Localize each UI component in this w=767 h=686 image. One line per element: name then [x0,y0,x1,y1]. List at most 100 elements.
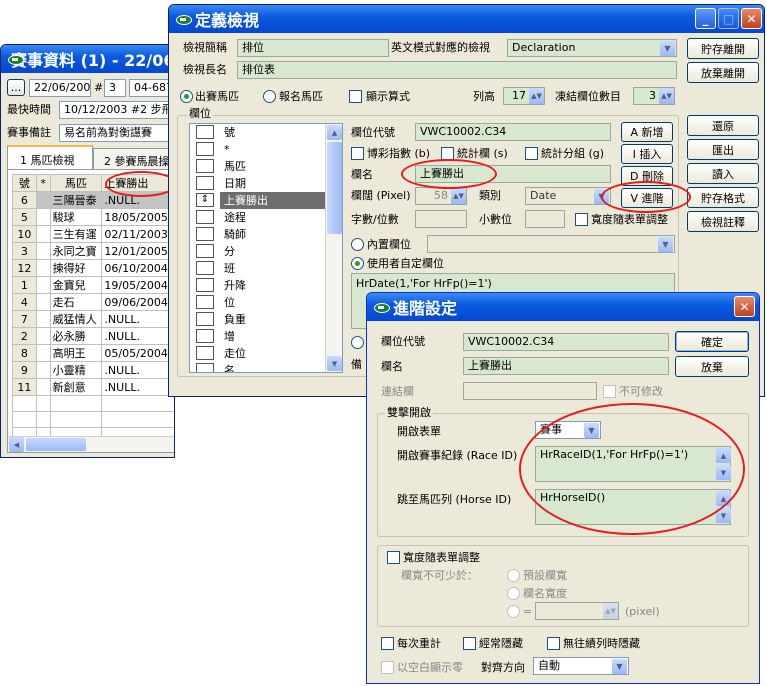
add-field-button[interactable]: A 新增 [621,122,673,142]
field-code-field[interactable]: VWC10002.C34 [415,123,611,141]
view-notes-button[interactable]: 檢視註釋 [687,211,759,232]
import-button[interactable]: 讀入 [687,163,759,184]
width-spinner[interactable]: 58 ▲▼ [415,187,467,205]
table-row[interactable]: 10 三生有運 02/11/2003 [12,225,174,243]
scroll-thumb[interactable] [327,142,342,234]
cancel-button[interactable]: 放棄 [675,356,749,377]
width-adjust-label: 寬度隨表單調整 [591,213,668,226]
list-item[interactable]: 號 [190,124,326,141]
scroll-down-button[interactable]: ▼ [327,356,342,371]
frozen-columns-spinner[interactable]: 3 ▲▼ [633,87,675,105]
scroll-up-button[interactable]: ▲ [327,125,342,140]
adv-width-adjust-checkbox[interactable] [387,551,400,564]
cancel-exit-button[interactable]: 放棄離開 [687,62,759,83]
grid-header-horse[interactable]: 馬匹 [49,174,103,192]
race-number-field[interactable]: 3 [104,79,126,97]
list-item[interactable]: 升降 [190,277,326,294]
list-item[interactable]: 騎師 [190,226,326,243]
english-view-label: 英文模式對應的檢視 [391,41,490,54]
table-row[interactable]: 9 小靈精 .NULL. [12,361,174,379]
list-item[interactable]: 班 [190,260,326,277]
radio-custom-field[interactable] [351,257,364,270]
save-format-button[interactable]: 貯存格式 [687,187,759,208]
browse-button[interactable]: ... [7,79,25,96]
digits-field[interactable] [415,210,467,228]
race-window-titlebar[interactable]: 賽事資料 (1) - 22/06/ [1,45,174,73]
list-item[interactable]: 名 [190,362,326,372]
open-form-label: 開啟表單 [397,425,441,438]
recalc-checkbox[interactable] [381,637,394,650]
tab-morning-work[interactable]: 2 參賽馬晨操 [93,148,174,169]
scroll-thumb[interactable] [26,438,86,451]
ok-button[interactable]: 確定 [675,331,749,352]
align-select[interactable]: 自動 ▼ [533,657,629,675]
hidden-checkbox[interactable] [463,637,476,650]
restore-button[interactable]: 還原 [687,115,759,136]
table-row[interactable]: 4 走石 09/06/2004 [12,293,174,311]
field-list-scrollbar[interactable]: ▲ ▼ [325,124,342,372]
maximize-button[interactable]: □ [718,8,739,29]
close-button[interactable]: ✕ [741,8,762,29]
blank-zero-checkbox[interactable] [381,661,394,674]
radio-other[interactable] [351,336,364,349]
english-view-select[interactable]: Declaration ▼ [507,39,677,57]
long-name-field[interactable]: 排位表 [237,61,677,79]
list-item[interactable]: 途程 [190,209,326,226]
radio-default-width[interactable] [507,569,520,582]
table-row[interactable]: 12 揀得好 06/10/2004 [12,259,174,277]
list-item[interactable]: ⇕ 上賽勝出 [190,192,326,209]
link-field[interactable] [463,382,597,400]
list-item[interactable]: 增 [190,328,326,345]
insert-field-button[interactable]: I 插入 [621,144,673,164]
table-row[interactable]: 2 必永勝 .NULL. [12,327,174,345]
list-item[interactable]: * [190,141,326,158]
builtin-field-select[interactable]: ▼ [427,235,675,253]
table-row[interactable]: 5 駿球 18/05/2005 [12,208,174,226]
tab-horse-view[interactable]: 1 馬匹檢視 [7,145,93,169]
hide-empty-checkbox[interactable] [547,637,560,650]
short-name-field[interactable]: 排位 [237,39,389,57]
decimals-field[interactable] [525,210,565,228]
list-item[interactable]: 走位 [190,345,326,362]
odds-checkbox[interactable] [351,147,364,160]
save-exit-button[interactable]: 貯存離開 [687,38,759,59]
note-field[interactable]: 易名前為對衡譿賽 [59,124,174,142]
table-row[interactable]: 8 高明王 05/05/2004 [12,344,174,362]
field-list[interactable]: 號*馬匹日期⇕上賽勝出途程騎師分班升降位負重增走位名時間 [189,123,343,373]
table-row[interactable]: 11 新創意 .NULL. [12,378,174,396]
list-item[interactable]: 負重 [190,311,326,328]
field-marker: ⇕ [196,193,214,207]
advanced-titlebar[interactable]: 進階設定 ✕ [367,293,759,321]
grid-header-star[interactable]: * [35,174,51,192]
fixed-width-spinner[interactable]: ▲▼ [535,602,619,620]
minimize-button[interactable]: _ [695,8,716,29]
width-adjust-checkbox[interactable] [575,213,588,226]
adv-field-name-field: 上賽勝出 [463,357,669,375]
show-formula-checkbox[interactable] [349,90,362,103]
list-item[interactable]: 分 [190,243,326,260]
table-row[interactable]: 7 威猛情人 .NULL. [12,310,174,328]
table-row[interactable]: 3 永同之寶 12/01/2005 [12,242,174,260]
horizontal-scrollbar[interactable]: ◀ [8,436,174,452]
define-view-titlebar[interactable]: 定義檢視 _ □ ✕ [169,5,764,33]
stats-group-checkbox[interactable] [525,147,538,160]
table-row[interactable]: 1 金寶兒 19/05/2004 [12,276,174,294]
list-item[interactable]: 位 [190,294,326,311]
type-select[interactable]: Date ▼ [525,187,611,205]
fastest-field[interactable]: 10/12/2003 #2 步飛揚 [59,101,174,119]
radio-applications[interactable] [263,90,276,103]
radio-fixed-width[interactable] [507,605,520,618]
radio-name-width[interactable] [507,587,520,600]
list-item[interactable]: 馬匹 [190,158,326,175]
close-button[interactable]: ✕ [734,296,755,317]
readonly-checkbox[interactable] [603,385,616,398]
export-button[interactable]: 匯出 [687,139,759,160]
row-height-spinner[interactable]: 17 ▲▼ [503,87,545,105]
scroll-left-button[interactable]: ◀ [9,437,24,452]
radio-entries[interactable] [180,90,193,103]
race-date-field[interactable]: 22/06/2005 [29,79,91,97]
list-item[interactable]: 日期 [190,175,326,192]
grid-cell-horse: 永同之寶 [49,242,103,260]
radio-builtin-field[interactable] [351,238,364,251]
grid-header-no[interactable]: 號 [12,174,37,192]
